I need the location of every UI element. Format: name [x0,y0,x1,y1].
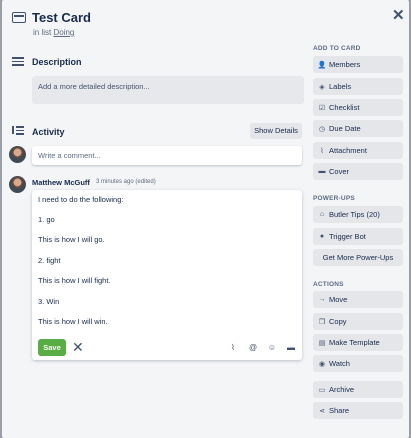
card-detail-modal: Test Card ✕ in list Doing Description Ad… [2,0,409,438]
checkbox-icon: ☑ [318,104,326,112]
attachment-label: Attachment [329,146,367,155]
bot-icon: ● [319,233,325,240]
avatar[interactable] [9,146,26,163]
cover-button[interactable]: ▬ Cover [313,163,403,180]
members-label: Members [329,60,361,69]
clock-icon: ◷ [318,125,326,133]
share-label: Share [329,406,350,415]
comment-author-avatar[interactable] [9,176,26,193]
comment-editor[interactable]: I need to do the following: 1. go This i… [32,190,302,360]
comment-line: 2. fight [38,256,61,265]
butler-icon: ⌂ [319,211,325,218]
eye-icon: ◉ [318,360,326,368]
comment-meta[interactable]: 3 minutes ago (edited) [96,179,156,185]
person-icon: 👤 [317,61,327,69]
activity-icon [12,126,24,136]
comment-line: This is how I will fight. [38,276,111,285]
copy-button[interactable]: ❐ Copy [313,313,403,330]
archive-button[interactable]: ▭ Archive [313,381,403,398]
move-button[interactable]: → Move [313,291,403,308]
cover-icon: ▬ [318,168,326,175]
comment-line: 3. Win [38,297,60,306]
watch-button[interactable]: ◉ Watch [313,355,403,372]
get-more-power-ups-button[interactable]: Get More Power-Ups [313,249,403,266]
make-template-button[interactable]: ▤ Make Template [313,334,403,351]
activity-heading: Activity [32,127,65,137]
archive-icon: ▭ [318,386,326,394]
due-date-label: Due Date [329,124,361,133]
emoji-icon[interactable]: ☺ [267,343,277,353]
comment-line: 1. go [38,215,55,224]
comment-line: This is how I will go. [38,235,105,244]
get-more-label: Get More Power-Ups [322,253,394,262]
card-embed-icon[interactable]: ▬ [286,343,296,353]
comment-input[interactable]: Write a comment... [32,146,302,165]
paperclip-icon: ⌇ [320,147,324,155]
labels-label: Labels [329,82,352,91]
card-icon [12,12,26,23]
due-date-button[interactable]: ◷ Due Date [313,120,403,137]
comment-author[interactable]: Matthew McGuff [32,178,90,187]
copy-label: Copy [329,317,347,326]
power-ups-title: POWER-UPS [313,195,355,202]
description-icon [12,57,24,67]
comment-text[interactable]: I need to do the following: 1. go This i… [38,195,123,333]
watch-label: Watch [329,359,350,368]
list-link[interactable]: Doing [53,28,74,37]
description-input[interactable]: Add a more detailed description... [32,76,304,104]
list-info: in list Doing [33,28,74,37]
checklist-button[interactable]: ☑ Checklist [313,99,403,116]
make-template-label: Make Template [329,338,380,347]
share-icon: ⋖ [319,407,325,415]
butler-tips-button[interactable]: ⌂ Butler Tips (20) [313,206,403,223]
trigger-bot-label: Trigger Bot [329,232,366,241]
archive-label: Archive [329,385,355,394]
show-details-button[interactable]: Show Details [250,123,302,139]
cancel-edit-icon[interactable]: ✕ [72,339,84,356]
actions-title: ACTIONS [313,281,344,288]
mention-icon[interactable]: @ [248,343,258,353]
arrow-right-icon: → [318,296,326,303]
card-title[interactable]: Test Card [32,10,91,25]
save-button[interactable]: Save [38,339,66,356]
template-icon: ▤ [318,339,326,347]
paperclip-icon[interactable]: ⌇ [228,343,238,353]
trigger-bot-button[interactable]: ● Trigger Bot [313,228,403,245]
share-button[interactable]: ⋖ Share [313,402,403,419]
comment-line: I need to do the following: [38,195,124,204]
members-button[interactable]: 👤 Members [313,56,403,73]
tag-icon: ◈ [319,83,325,91]
add-to-card-title: ADD TO CARD [313,45,361,52]
labels-button[interactable]: ◈ Labels [313,78,403,95]
cover-label: Cover [329,167,350,176]
move-label: Move [329,295,348,304]
butler-tips-label: Butler Tips (20) [329,210,380,219]
checklist-label: Checklist [329,103,360,112]
copy-icon: ❐ [318,318,326,326]
close-icon[interactable]: ✕ [392,6,405,24]
description-heading: Description [32,57,82,67]
attachment-button[interactable]: ⌇ Attachment [313,142,403,159]
in-list-prefix: in list [33,28,52,37]
comment-line: This is how I will win. [38,317,108,326]
